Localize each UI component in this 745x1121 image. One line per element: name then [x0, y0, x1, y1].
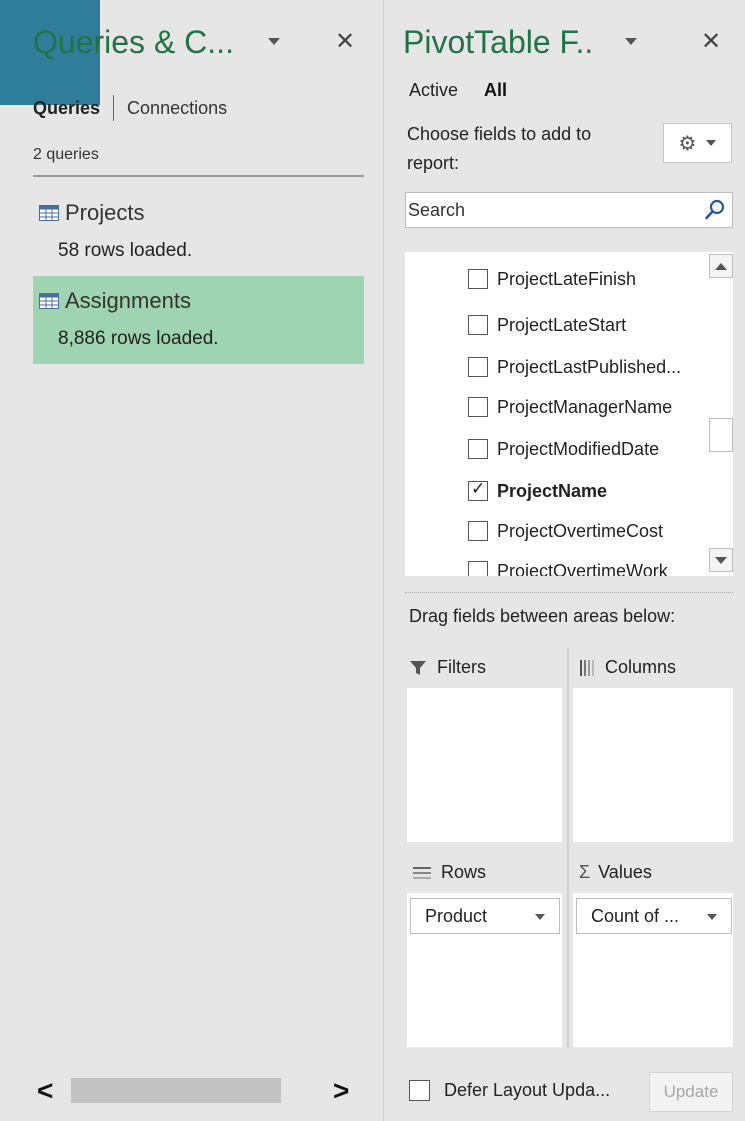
field-instructions: Choose fields to add to report:: [407, 124, 592, 173]
scroll-left-icon[interactable]: <: [37, 1076, 53, 1105]
filters-area-label: Filters: [409, 657, 486, 678]
field-label: ProjectLastPublished...: [497, 356, 682, 377]
field-checkbox[interactable]: [468, 561, 488, 576]
rows-field-label: Product: [425, 905, 488, 926]
pivot-pane-options-icon[interactable]: [625, 38, 637, 45]
columns-label: Columns: [605, 657, 677, 677]
queries-connections-pane: Queries & C... ✕ Queries Connections 2 q…: [0, 0, 384, 1121]
rows-icon: [413, 866, 431, 879]
field-item[interactable]: ProjectModifiedDate: [468, 434, 659, 464]
query-rows-loaded: 58 rows loaded.: [58, 240, 193, 261]
filters-drop-area[interactable]: [407, 688, 562, 842]
field-label: ProjectManagerName: [497, 396, 673, 417]
arrow-up-icon: [715, 262, 727, 270]
rows-area-label: Rows: [413, 862, 486, 883]
pane-divider: [383, 0, 384, 1121]
query-count: 2 queries: [33, 146, 99, 163]
query-name: Projects: [65, 200, 145, 225]
filters-label: Filters: [437, 657, 486, 677]
pivottable-fields-pane: PivotTable F.. ✕ Active All Choose field…: [385, 0, 745, 1121]
tab-separator: [113, 95, 115, 121]
field-item[interactable]: ProjectLateFinish: [468, 264, 636, 294]
scroll-down-button[interactable]: [709, 548, 733, 572]
drag-fields-label: Drag fields between areas below:: [409, 606, 676, 626]
query-name: Assignments: [65, 288, 191, 313]
queries-pane-options-icon[interactable]: [268, 38, 280, 45]
table-icon: [39, 293, 59, 309]
scrollbar-thumb[interactable]: [71, 1078, 281, 1103]
pivot-pane-title: PivotTable F..: [403, 24, 594, 60]
pivot-tabs: Active All: [409, 80, 507, 101]
field-list-scrollbar[interactable]: [709, 252, 733, 576]
tab-all[interactable]: All: [484, 80, 507, 101]
field-item[interactable]: ProjectOvertimeWork: [468, 556, 668, 576]
values-field-label: Count of ...: [591, 905, 680, 926]
query-item-assignments[interactable]: Assignments 8,886 rows loaded.: [33, 276, 364, 364]
queries-pane-close-icon[interactable]: ✕: [335, 30, 355, 54]
query-rows-loaded: 8,886 rows loaded.: [58, 328, 219, 349]
tab-active[interactable]: Active: [409, 80, 458, 101]
field-search-input[interactable]: [405, 192, 733, 228]
values-area-label: Σ Values: [579, 862, 652, 883]
table-icon: [39, 205, 59, 221]
field-label: ProjectLateStart: [497, 314, 627, 335]
values-label: Values: [598, 862, 652, 882]
field-label: ProjectModifiedDate: [497, 438, 660, 459]
field-checkbox[interactable]: [468, 269, 488, 289]
gear-icon: ⚙: [678, 132, 697, 155]
field-label: ProjectOvertimeCost: [497, 520, 664, 541]
scroll-up-button[interactable]: [709, 254, 733, 278]
filter-icon: [410, 660, 426, 675]
chevron-down-icon: [706, 140, 717, 146]
search-icon[interactable]: [703, 198, 727, 222]
columns-area-label: Columns: [579, 657, 676, 678]
field-checkbox[interactable]: [468, 315, 488, 335]
field-list-settings-button[interactable]: ⚙: [663, 123, 732, 163]
defer-checkbox[interactable]: [409, 1080, 430, 1101]
tab-queries[interactable]: Queries: [33, 98, 100, 119]
columns-icon: [580, 659, 594, 676]
query-count-divider: [33, 175, 364, 177]
scrollbar-thumb[interactable]: [709, 418, 733, 452]
rows-label: Rows: [441, 862, 487, 882]
field-checkbox[interactable]: [468, 521, 488, 541]
field-label: ProjectOvertimeWork: [497, 560, 668, 577]
defer-layout-update-checkbox[interactable]: Defer Layout Upda...: [409, 1080, 610, 1101]
chevron-down-icon[interactable]: [535, 914, 545, 920]
rows-field-chip[interactable]: Product: [410, 898, 560, 934]
sigma-icon: Σ: [579, 862, 591, 882]
field-item[interactable]: ProjectManagerName: [468, 392, 672, 422]
scroll-right-icon[interactable]: >: [333, 1076, 349, 1105]
query-item-projects[interactable]: Projects 58 rows loaded.: [33, 200, 364, 272]
queries-tabs: Queries Connections: [33, 95, 227, 121]
values-field-chip[interactable]: Count of ...: [576, 898, 732, 934]
field-list-divider: [405, 592, 733, 593]
areas-divider: [567, 648, 569, 1048]
field-item[interactable]: ProjectName: [468, 476, 607, 506]
field-list: ProjectLateFinish ProjectLateStart Proje…: [405, 252, 733, 576]
field-label: ProjectName: [497, 480, 608, 501]
field-item[interactable]: ProjectLastPublished...: [468, 352, 681, 382]
chevron-down-icon[interactable]: [707, 914, 717, 920]
columns-drop-area[interactable]: [573, 688, 733, 842]
queries-pane-title: Queries & C...: [33, 24, 234, 60]
field-checkbox[interactable]: [468, 439, 488, 459]
field-checkbox-checked[interactable]: [468, 479, 488, 501]
field-checkbox[interactable]: [468, 357, 488, 377]
field-label: ProjectLateFinish: [497, 268, 637, 289]
update-button[interactable]: Update: [649, 1072, 733, 1112]
pivot-pane-close-icon[interactable]: ✕: [701, 30, 721, 54]
arrow-down-icon: [715, 556, 727, 564]
defer-layout-label: Defer Layout Upda...: [444, 1080, 611, 1100]
tab-connections[interactable]: Connections: [127, 98, 227, 119]
field-item[interactable]: ProjectLateStart: [468, 310, 626, 340]
field-item[interactable]: ProjectOvertimeCost: [468, 516, 663, 546]
field-checkbox[interactable]: [468, 397, 488, 417]
horizontal-scrollbar[interactable]: < >: [33, 1076, 364, 1105]
